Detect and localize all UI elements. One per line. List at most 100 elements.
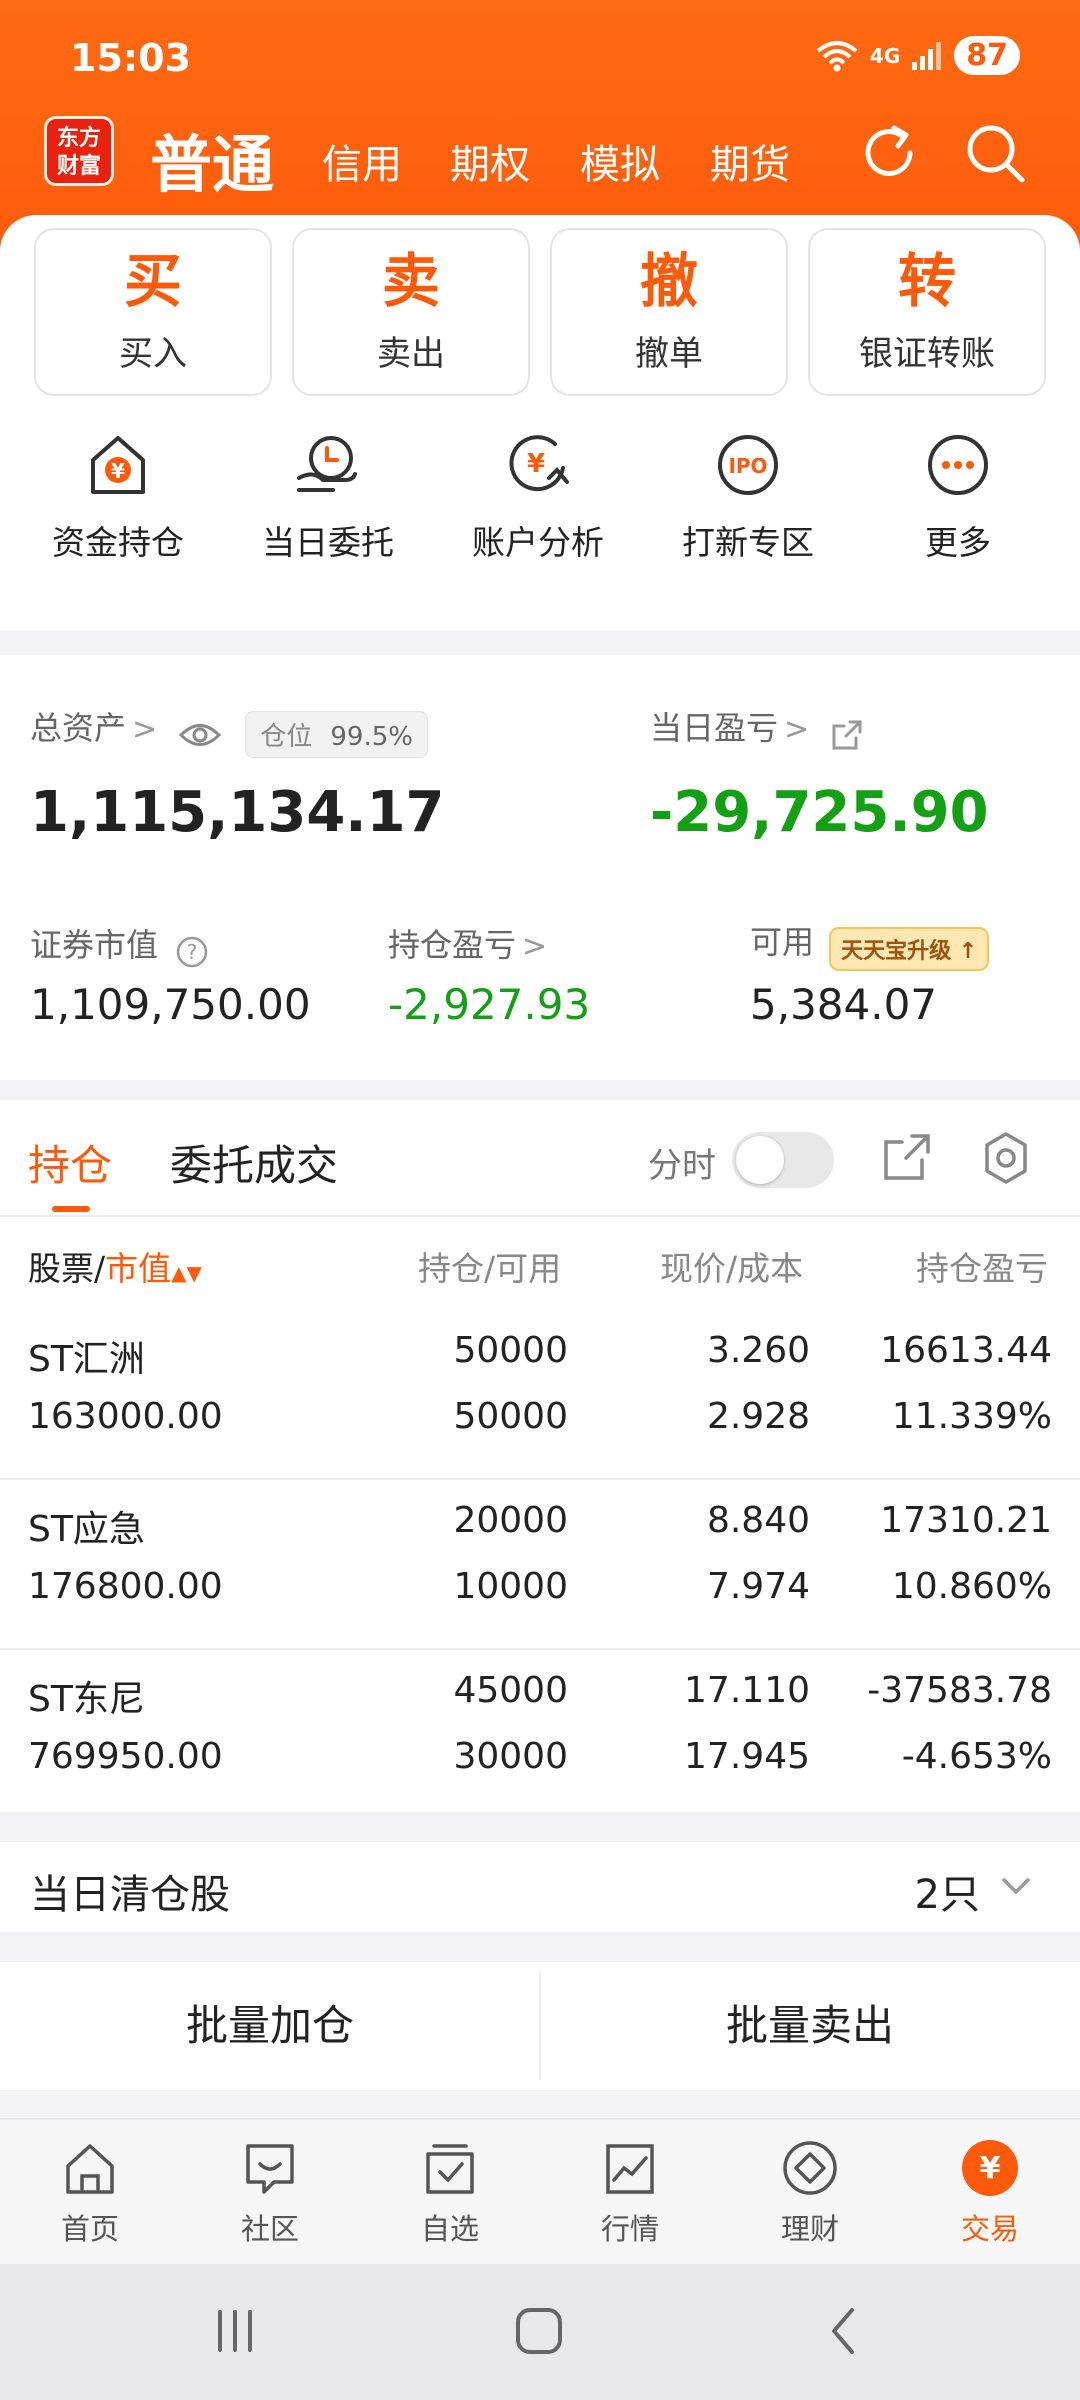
total-assets-header[interactable]: 总资产 > 仓位 99.5% [30,703,428,758]
sell-label: 卖出 [377,334,445,374]
settings-gear-icon[interactable] [978,1130,1034,1186]
available-header: 可用 天天宝升级 ↑ [750,917,990,971]
tab-options[interactable]: 期权 [450,132,530,190]
quick-link-label: 当日委托 [262,523,394,562]
nav-market[interactable]: 行情 [540,2138,720,2248]
table-row[interactable]: ST东尼 769950.00 45000 30000 17.110 17.945… [0,1650,1080,1820]
market-icon [606,2144,654,2194]
svg-text:¥: ¥ [980,2151,1001,2186]
sort-arrows-icon[interactable]: ▲▼ [171,1261,202,1285]
total-assets-label: 总资产 [30,709,127,747]
tab-simulation[interactable]: 模拟 [580,132,660,190]
daily-pl-label: 当日盈亏 [650,709,779,747]
holding-qty: 45000 [453,1670,568,1711]
table-row[interactable]: ST汇洲 163000.00 50000 50000 3.260 2.928 1… [0,1310,1080,1480]
quick-link-label: 打新专区 [682,523,814,562]
stock-name: ST应急 [28,1509,145,1550]
quick-link-funds[interactable]: ¥ 资金持仓 [28,430,208,564]
tab-credit[interactable]: 信用 [322,132,402,190]
col-market-value-sort[interactable]: 市值 [105,1249,171,1288]
table-row[interactable]: ST应急 176800.00 20000 10000 8.840 7.974 1… [0,1480,1080,1650]
status-time: 15:03 [70,36,191,80]
transfer-label: 银证转账 [859,334,995,374]
nav-label: 交易 [960,2212,1019,2246]
col-header-price: 现价/成本 [660,1249,804,1288]
position-value: 99.5% [330,722,413,752]
quick-link-account-analysis[interactable]: ¥ 账户分析 [448,430,628,564]
nav-community[interactable]: 社区 [180,2138,360,2248]
available-qty: 30000 [453,1736,568,1777]
search-icon[interactable] [962,120,1028,186]
wifi-icon [816,40,858,71]
signal-icon [912,41,942,70]
badge-text: 天天宝升级 [841,938,952,964]
batch-add-button[interactable]: 批量加仓 [0,1962,540,2090]
home-button-icon[interactable] [512,2306,568,2356]
quick-link-label: 账户分析 [472,523,604,562]
wealth-icon [783,2141,837,2195]
today-order-icon [297,436,357,492]
cost-price: 7.974 [706,1566,810,1607]
recent-apps-icon[interactable] [210,2306,260,2356]
current-price: 8.840 [706,1500,810,1541]
nav-label: 行情 [600,2212,659,2246]
position-label: 仓位 [260,722,313,752]
svg-text:¥: ¥ [527,449,545,479]
cleared-title: 当日清仓股 [30,1872,230,1918]
batch-actions: 批量加仓 批量卖出 [0,1962,1080,2090]
nav-trade[interactable]: ¥ 交易 [900,2138,1080,2248]
sell-glyph: 卖 [381,247,440,315]
intraday-toggle[interactable] [732,1132,834,1188]
daily-pl-header[interactable]: 当日盈亏 > [650,703,864,752]
holding-pl-pct: 11.339% [891,1396,1052,1437]
share-icon[interactable] [880,1130,934,1184]
back-icon[interactable] [820,2306,870,2356]
refresh-icon[interactable] [856,120,922,186]
tab-futures[interactable]: 期货 [710,132,790,190]
nav-label: 理财 [780,2212,839,2246]
quick-link-ipo[interactable]: IPO 打新专区 [658,430,838,564]
holding-pl-pct: 10.860% [891,1566,1052,1607]
trade-actions-card: 买 买入 卖 卖出 撤 撤单 转 银证转账 ¥ 资金持仓 当日委托 ¥ 账户分析… [0,215,1080,631]
nav-watchlist[interactable]: 自选 [360,2138,540,2248]
position-ratio-badge: 仓位 99.5% [245,711,428,758]
chevron-right-icon: > [132,712,158,747]
cost-price: 17.945 [684,1736,810,1777]
batch-sell-button[interactable]: 批量卖出 [540,1962,1080,2090]
tiantianbao-upgrade-badge[interactable]: 天天宝升级 ↑ [829,926,990,971]
nav-label: 首页 [60,2212,119,2246]
watchlist-icon [426,2144,474,2194]
eye-icon[interactable] [178,720,222,750]
holding-pl: 17310.21 [880,1500,1052,1541]
col-header-qty: 持仓/可用 [418,1249,562,1288]
assets-summary: 总资产 > 仓位 99.5% 1,115,134.17 当日盈亏 > -29,725.… [0,655,1080,1080]
bank-transfer-button[interactable]: 转 银证转账 [808,228,1046,396]
nav-home[interactable]: 首页 [0,2138,180,2248]
cleared-today-row[interactable]: 当日清仓股 2只 [0,1842,1080,1932]
holdings-panel: 持仓 委托成交 分时 股票/市值▲▼ 持仓/可用 现价/成本 持仓盈亏 ST汇洲… [0,1100,1080,1812]
help-icon[interactable]: ? [175,935,209,969]
quick-link-more[interactable]: 更多 [868,430,1048,564]
quick-link-today-orders[interactable]: 当日委托 [238,430,418,564]
trade-icon: ¥ [962,2140,1018,2196]
community-icon [246,2144,294,2194]
available-label: 可用 [750,923,815,961]
network-type: 4G [869,43,901,68]
cancel-order-button[interactable]: 撤 撤单 [550,228,788,396]
holding-qty: 50000 [453,1330,568,1371]
tab-orders-trades[interactable]: 委托成交 [170,1132,338,1193]
tab-normal[interactable]: 普通 [150,114,274,204]
chevron-right-icon: > [784,712,810,747]
stock-name: ST东尼 [28,1679,145,1720]
nav-label: 社区 [240,2212,299,2246]
holding-pl-header[interactable]: 持仓盈亏 > [388,920,547,966]
total-assets-value: 1,115,134.17 [30,780,445,845]
tab-holdings[interactable]: 持仓 [28,1132,112,1193]
buy-button[interactable]: 买 买入 [34,228,272,396]
nav-wealth[interactable]: 理财 [720,2138,900,2248]
buy-glyph: 买 [123,247,182,315]
sell-button[interactable]: 卖 卖出 [292,228,530,396]
available-qty: 50000 [453,1396,568,1437]
share-external-icon[interactable] [830,718,864,752]
divider [0,1215,1080,1217]
